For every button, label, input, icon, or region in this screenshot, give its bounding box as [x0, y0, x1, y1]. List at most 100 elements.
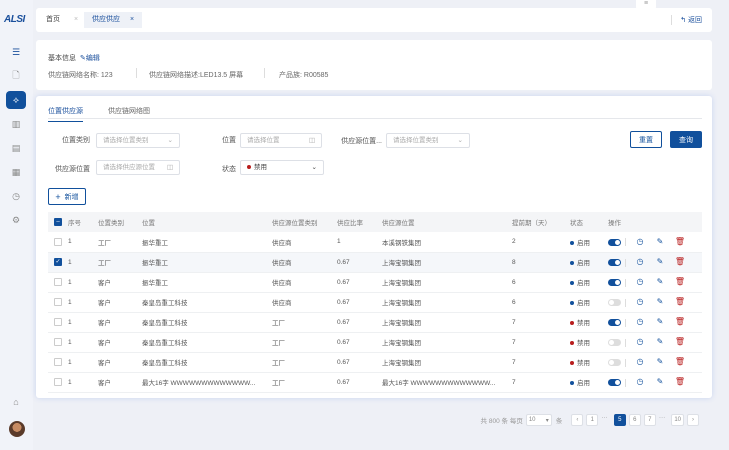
tab-home[interactable]: 首页 ×	[38, 12, 86, 28]
page-button[interactable]: 6	[628, 414, 641, 426]
history-icon[interactable]: ◷	[630, 257, 650, 266]
cell-location: 秦皇岛重工科技	[142, 312, 272, 333]
status-text: 启用	[577, 300, 590, 307]
row-checkbox[interactable]	[54, 318, 62, 326]
table-row[interactable]: 1 客户 秦皇岛重工科技 工厂 0.67 上海宝钢集团 7 禁用 ◷ ✎ 🗑	[48, 312, 702, 333]
history-icon[interactable]: ◷	[630, 377, 650, 386]
next-page-button[interactable]: ›	[687, 414, 699, 426]
enable-toggle[interactable]	[608, 319, 621, 327]
header-seq: 序号	[68, 212, 98, 232]
edit-icon[interactable]: ✎	[650, 257, 670, 266]
page-button[interactable]: 7	[643, 414, 656, 426]
row-checkbox[interactable]	[54, 278, 62, 286]
delete-icon[interactable]: 🗑	[670, 257, 690, 266]
edit-icon[interactable]: ✎	[650, 377, 670, 386]
status-text: 启用	[577, 260, 590, 267]
cell-ratio: 0.67	[337, 292, 382, 313]
page-button[interactable]: 1	[586, 414, 599, 426]
table-row[interactable]: 1 客户 振华重工 供应商 0.67 上海宝钢集团 6 启用 ◷ ✎ 🗑	[48, 272, 702, 293]
subtab-network-graph[interactable]: 供应链网络图	[108, 106, 150, 116]
cell-source-location: 最大16字 WWWWWWWWWWWWW...	[382, 372, 512, 393]
document-icon[interactable]: 🗋	[6, 67, 26, 85]
edit-icon[interactable]: ✎	[650, 297, 670, 306]
source-type-select[interactable]: 请选择位置类别 ⌄	[386, 133, 470, 148]
cell-location-type: 客户	[98, 292, 142, 313]
edit-icon[interactable]: ✎	[650, 337, 670, 346]
field-label: 供应链网络名称:	[48, 72, 99, 79]
edit-icon[interactable]: ✎	[650, 357, 670, 366]
chart-icon[interactable]: ▥	[6, 115, 26, 133]
history-icon[interactable]: ◷	[630, 297, 650, 306]
delete-icon[interactable]: 🗑	[670, 237, 690, 246]
table-row[interactable]: ✓ 1 工厂 振华重工 供应商 0.67 上海宝钢集团 8 启用 ◷ ✎ 🗑	[48, 252, 702, 273]
enable-toggle[interactable]	[608, 359, 621, 367]
table-row[interactable]: 1 客户 秦皇岛重工科技 工厂 0.67 上海宝钢集团 7 禁用 ◷ ✎ 🗑	[48, 352, 702, 373]
page-size-select[interactable]: 10 ▾	[525, 414, 552, 426]
query-button[interactable]: 查询	[670, 131, 702, 148]
tab-supply[interactable]: 供应供应 ×	[84, 12, 143, 28]
row-checkbox[interactable]: ✓	[54, 258, 62, 266]
history-icon[interactable]: ◷	[630, 277, 650, 286]
edit-icon[interactable]: ✎	[650, 317, 670, 326]
lock-icon[interactable]: ⌂	[6, 393, 26, 411]
row-checkbox[interactable]	[54, 237, 62, 246]
menu-icon[interactable]: ☰	[6, 43, 26, 61]
add-button[interactable]: + 新增	[48, 188, 86, 205]
cell-ratio: 0.67	[337, 252, 382, 273]
select-all-checkbox[interactable]: –	[54, 218, 62, 226]
cell-location-type: 客户	[98, 372, 142, 393]
location-type-select[interactable]: 请选择位置类别 ⌄	[96, 133, 180, 148]
enable-toggle[interactable]	[608, 279, 621, 287]
page-button[interactable]: 10	[671, 414, 684, 426]
page-button[interactable]: 5	[613, 414, 626, 426]
enable-toggle[interactable]	[608, 379, 621, 387]
history-icon[interactable]: ◷	[630, 237, 650, 246]
edit-icon[interactable]: ✎	[650, 237, 670, 246]
status-select[interactable]: 禁用 ⌄	[240, 160, 324, 175]
cell-location: 最大16字 WWWWWWWWWWWWW...	[142, 372, 272, 393]
close-icon[interactable]: ×	[74, 16, 78, 23]
clock-icon[interactable]: ◷	[6, 187, 26, 205]
source-location-input[interactable]: 请选择供应源位置 ◫	[96, 160, 180, 175]
edit-button[interactable]: ✎编辑	[80, 53, 100, 63]
enable-toggle[interactable]	[608, 299, 621, 307]
table-row[interactable]: 1 工厂 振华重工 供应商 1 本溪钢铁集团 2 启用 ◷ ✎ 🗑	[48, 232, 702, 253]
reset-button[interactable]: 重置	[630, 131, 662, 148]
location-input[interactable]: 请选择位置 ◫	[240, 133, 322, 148]
list-icon[interactable]: ▤	[6, 139, 26, 157]
row-checkbox[interactable]	[54, 338, 62, 346]
delete-icon[interactable]: 🗑	[670, 297, 690, 306]
delete-icon[interactable]: 🗑	[670, 277, 690, 286]
subtab-supply-source[interactable]: 位置供应源	[48, 106, 83, 122]
delete-icon[interactable]: 🗑	[670, 357, 690, 366]
delete-icon[interactable]: 🗑	[670, 337, 690, 346]
settings-icon[interactable]: ⚙	[6, 211, 26, 229]
placeholder: 请选择位置类别	[103, 137, 149, 144]
calendar-icon[interactable]: ▦	[6, 163, 26, 181]
avatar[interactable]	[9, 421, 25, 437]
delete-icon[interactable]: 🗑	[670, 377, 690, 386]
status-dot-icon	[570, 261, 574, 266]
row-checkbox[interactable]	[54, 358, 62, 366]
network-icon[interactable]: ⟡	[6, 91, 26, 109]
back-icon: ↰	[680, 17, 687, 24]
history-icon[interactable]: ◷	[630, 317, 650, 326]
cell-lead-time: 7	[512, 372, 570, 393]
prev-page-button[interactable]: ‹	[571, 414, 584, 426]
table-row[interactable]: 1 客户 秦皇岛重工科技 工厂 0.67 上海宝钢集团 7 禁用 ◷ ✎ 🗑	[48, 332, 702, 353]
table-row[interactable]: 1 客户 最大16字 WWWWWWWWWWWWW... 工厂 0.67 最大16…	[48, 372, 702, 393]
cell-source-type: 供应商	[272, 232, 337, 253]
table-row[interactable]: 1 客户 秦皇岛重工科技 供应商 0.67 上海宝钢集团 6 启用 ◷ ✎ 🗑	[48, 292, 702, 313]
history-icon[interactable]: ◷	[630, 357, 650, 366]
delete-icon[interactable]: 🗑	[670, 317, 690, 326]
enable-toggle[interactable]	[608, 238, 621, 246]
placeholder: 请选择位置类别	[393, 137, 439, 144]
back-button[interactable]: ↰ 返回	[671, 15, 702, 25]
close-icon[interactable]: ×	[130, 16, 134, 23]
enable-toggle[interactable]	[608, 339, 621, 347]
enable-toggle[interactable]	[608, 259, 621, 267]
row-checkbox[interactable]	[54, 298, 62, 306]
edit-icon[interactable]: ✎	[650, 277, 670, 286]
row-checkbox[interactable]	[54, 378, 62, 386]
history-icon[interactable]: ◷	[630, 337, 650, 346]
